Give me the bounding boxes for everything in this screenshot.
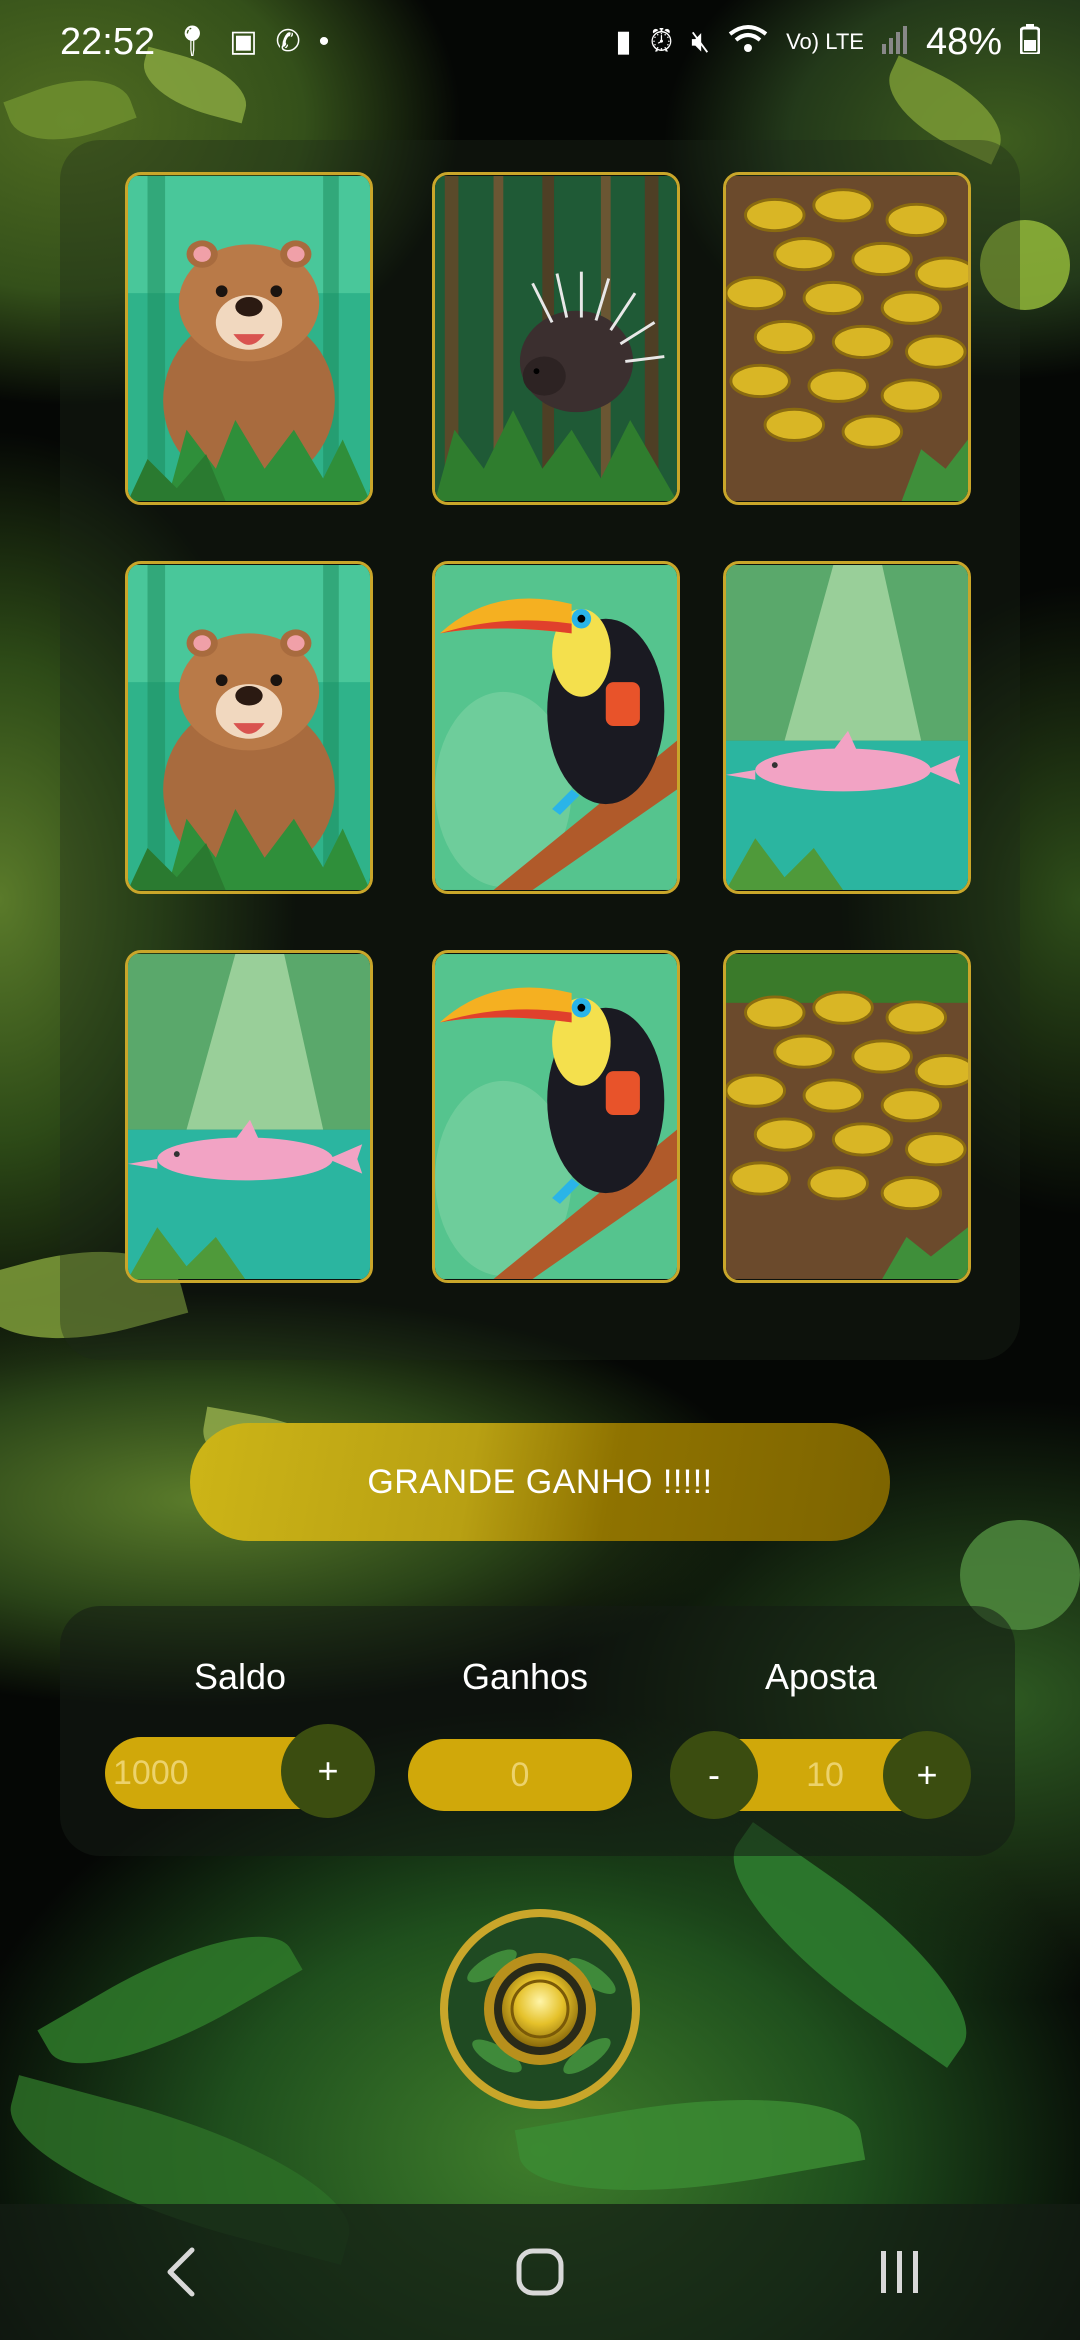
pink-dolphin-icon bbox=[128, 954, 370, 1279]
slot-tile-pink-dolphin bbox=[125, 950, 373, 1283]
toucan-icon bbox=[435, 954, 677, 1279]
slot-tile-toucan bbox=[432, 950, 680, 1283]
recents-icon bbox=[881, 2251, 918, 2293]
ganhos-value-field: 0 bbox=[408, 1739, 632, 1811]
signal-icon bbox=[881, 24, 908, 60]
slot-tile-gold-coins bbox=[723, 172, 971, 505]
saldo-add-button[interactable]: + bbox=[281, 1724, 375, 1818]
pink-dolphin-icon bbox=[726, 565, 968, 890]
capybara-icon bbox=[128, 176, 370, 501]
gallery-icon: ▣ bbox=[229, 25, 258, 58]
gold-coins-icon bbox=[726, 954, 968, 1279]
wifi-icon bbox=[728, 24, 768, 60]
location-icon: 📍︎ bbox=[173, 25, 212, 58]
win-banner: GRANDE GANHO !!!!! bbox=[190, 1423, 890, 1541]
game-screen: 22:52 📍︎ ▣ ✆ • ▮ ⏰︎ 🔇︎ Vo) LTE 48% GRAND… bbox=[0, 0, 1080, 2340]
gold-coins-icon bbox=[726, 176, 968, 501]
slot-tile-gold-coins bbox=[723, 950, 971, 1283]
battery-percent: 48% bbox=[925, 20, 1002, 63]
status-bar: 22:52 📍︎ ▣ ✆ • ▮ ⏰︎ 🔇︎ Vo) LTE 48% bbox=[0, 0, 1080, 84]
recents-button[interactable] bbox=[840, 2222, 960, 2322]
battery-saver-icon: ▮ bbox=[615, 25, 632, 58]
mute-icon: 🔇︎ bbox=[691, 25, 711, 58]
navigation-bar bbox=[0, 2204, 1080, 2340]
back-icon bbox=[167, 2247, 195, 2297]
home-button[interactable] bbox=[480, 2222, 600, 2322]
slot-tile-toucan bbox=[432, 561, 680, 894]
clock: 22:52 bbox=[60, 20, 156, 63]
slot-tile-pink-dolphin bbox=[723, 561, 971, 894]
slot-tile-capybara bbox=[125, 172, 373, 505]
ganhos-value: 0 bbox=[510, 1755, 530, 1794]
volte-icon: Vo) LTE bbox=[786, 29, 864, 54]
ganhos-label: Ganhos bbox=[461, 1656, 589, 1697]
aposta-decrease-button[interactable]: - bbox=[670, 1731, 758, 1819]
win-banner-text: GRANDE GANHO !!!!! bbox=[367, 1462, 713, 1501]
back-button[interactable] bbox=[120, 2222, 240, 2322]
minus-icon: - bbox=[708, 1754, 720, 1795]
slot-tile-capybara bbox=[125, 561, 373, 894]
dot-icon: • bbox=[318, 25, 330, 58]
alarm-icon: ⏰︎ bbox=[649, 25, 674, 58]
aposta-label: Aposta bbox=[764, 1656, 878, 1697]
spin-button[interactable] bbox=[437, 1906, 643, 2112]
capybara-icon bbox=[128, 565, 370, 890]
slot-tile-porcupine bbox=[432, 172, 680, 505]
aposta-value: 10 bbox=[806, 1755, 844, 1794]
saldo-value: 1000 bbox=[113, 1753, 189, 1792]
plus-icon: + bbox=[916, 1754, 938, 1795]
saldo-label: Saldo bbox=[193, 1656, 287, 1697]
control-panel bbox=[60, 1606, 1015, 1856]
home-icon bbox=[516, 2248, 564, 2296]
plus-icon: + bbox=[317, 1750, 339, 1791]
aposta-increase-button[interactable]: + bbox=[883, 1731, 971, 1819]
spin-button-icon bbox=[440, 1909, 640, 2109]
porcupine-icon bbox=[435, 176, 677, 501]
battery-icon bbox=[1019, 24, 1041, 60]
toucan-icon bbox=[435, 565, 677, 890]
whatsapp-icon: ✆ bbox=[275, 25, 301, 58]
